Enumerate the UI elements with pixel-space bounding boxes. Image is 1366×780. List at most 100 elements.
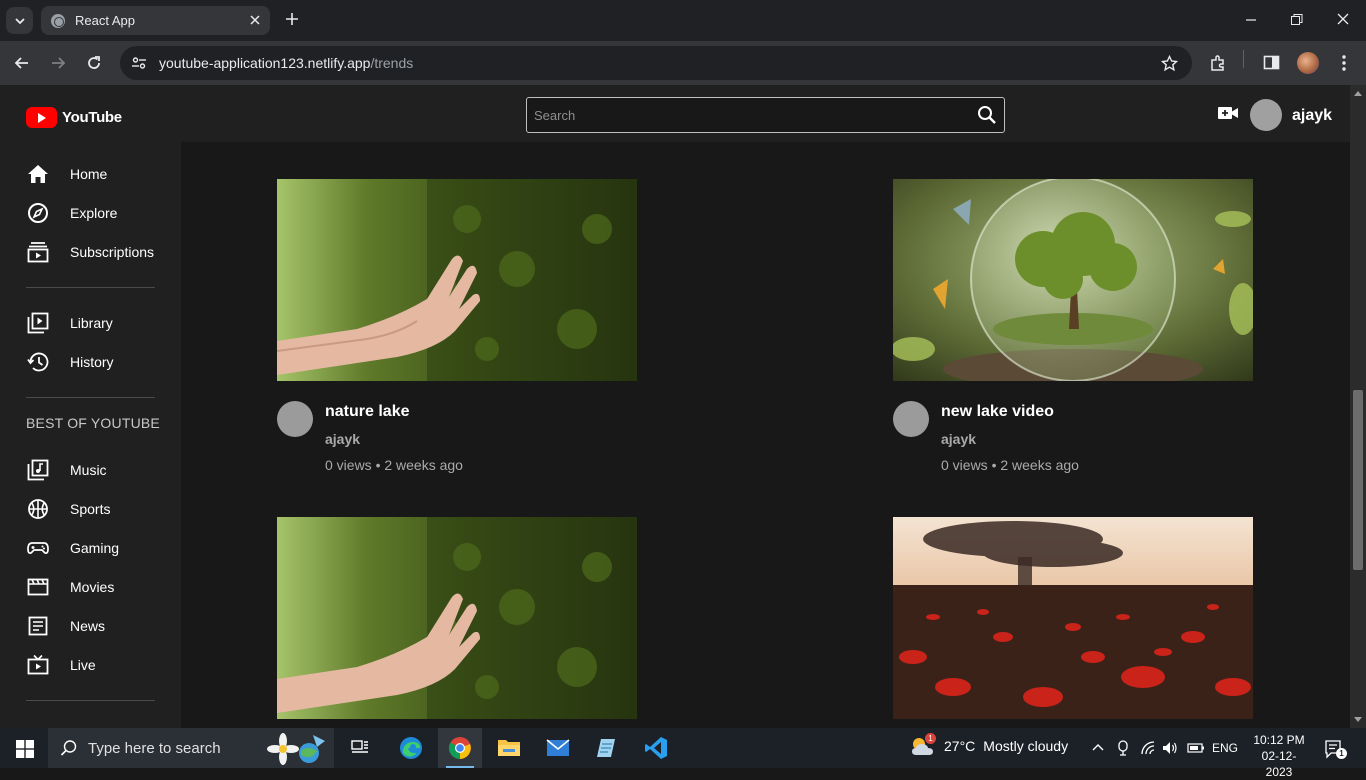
channel-avatar[interactable] [277, 401, 313, 437]
channel-avatar[interactable] [893, 401, 929, 437]
sidebar-item-home[interactable]: Home [26, 162, 107, 186]
task-view-button[interactable] [338, 728, 382, 768]
wifi-icon[interactable] [1140, 740, 1156, 756]
profile-avatar[interactable] [1297, 52, 1319, 74]
sidebar-item-sports[interactable]: Sports [26, 497, 110, 521]
taskbar-app-mail[interactable] [536, 728, 580, 768]
meet-now-icon[interactable] [1116, 740, 1130, 756]
show-hidden-icons-icon[interactable] [1091, 740, 1105, 754]
sidebar-item-explore[interactable]: Explore [26, 201, 117, 225]
video-card[interactable]: new lake video ajayk 0 views • 2 weeks a… [893, 179, 1253, 473]
sidebar-item-library[interactable]: Library [26, 311, 113, 335]
video-title[interactable]: new lake video [941, 403, 1054, 421]
taskbar-search[interactable]: Type here to search [48, 728, 334, 768]
tab-search-button[interactable] [6, 7, 33, 34]
url-path: /trends [370, 55, 414, 71]
weather-temp: 27°C [944, 738, 976, 754]
battery-icon[interactable] [1187, 740, 1205, 756]
extensions-icon[interactable] [1209, 54, 1227, 72]
home-icon [26, 162, 50, 186]
library-icon [26, 311, 50, 335]
close-icon[interactable] [248, 13, 262, 27]
video-thumbnail[interactable] [277, 517, 637, 719]
search-icon[interactable] [977, 105, 997, 125]
sidebar-item-label: Subscriptions [70, 244, 155, 260]
back-icon[interactable] [13, 54, 31, 72]
subscriptions-icon [26, 240, 50, 264]
language-indicator[interactable]: ENG [1212, 741, 1238, 755]
username[interactable]: ajayk [1292, 107, 1332, 125]
clock[interactable]: 10:12 PM 02-12-2023 [1249, 732, 1309, 780]
sidebar-item-live[interactable]: Live [26, 653, 96, 677]
video-card[interactable]: nature lake ajayk 0 views • 2 weeks ago [277, 179, 637, 473]
sidebar-item-label: Live [70, 657, 96, 673]
restore-icon[interactable] [1290, 11, 1304, 29]
search-input[interactable] [534, 98, 954, 132]
site-settings-icon[interactable] [131, 55, 147, 71]
globe-icon [51, 13, 65, 28]
sidebar-item-news[interactable]: News [26, 614, 105, 638]
video-meta: nature lake ajayk 0 views • 2 weeks ago [277, 381, 637, 473]
video-thumbnail[interactable] [277, 179, 637, 381]
weather-badge: 1 [925, 733, 936, 744]
weather-widget[interactable]: 1 27°C Mostly cloudy [910, 733, 1068, 757]
sidebar-item-label: History [70, 354, 114, 370]
scroll-down-arrow-icon[interactable] [1354, 717, 1362, 722]
windows-start-icon[interactable] [16, 740, 34, 758]
taskbar-search-placeholder: Type here to search [88, 739, 221, 757]
url-text: youtube-application123.netlify.app/trend… [159, 55, 413, 71]
scroll-up-arrow-icon[interactable] [1354, 91, 1362, 96]
taskbar-app-edge[interactable] [389, 728, 433, 768]
sidebar-item-history[interactable]: History [26, 350, 114, 374]
chrome-icon [448, 736, 472, 760]
sidebar-item-gaming[interactable]: Gaming [26, 536, 119, 560]
video-thumbnail[interactable] [893, 517, 1253, 719]
side-panel-icon[interactable] [1263, 54, 1280, 71]
sidebar-divider [26, 287, 155, 288]
sidebar-item-label: Movies [70, 579, 115, 595]
user-avatar[interactable] [1250, 99, 1282, 131]
sidebar-item-movies[interactable]: Movies [26, 575, 114, 599]
search-highlight-icon [266, 731, 329, 765]
video-upload-icon[interactable] [1217, 105, 1239, 121]
search-bar [526, 97, 1005, 133]
channel-name[interactable]: ajayk [325, 431, 360, 447]
video-card[interactable] [893, 517, 1253, 719]
window-close-icon[interactable] [1336, 11, 1350, 29]
video-title[interactable]: nature lake [325, 403, 409, 421]
taskbar-app-chrome[interactable] [438, 728, 482, 768]
sidebar-item-label: Gaming [70, 540, 120, 556]
notification-icon[interactable]: 1 [1324, 739, 1347, 759]
volume-icon[interactable] [1162, 740, 1178, 756]
bookmark-star-icon[interactable] [1161, 55, 1178, 72]
channel-name[interactable]: ajayk [941, 431, 976, 447]
youtube-logo[interactable]: YouTube [26, 107, 122, 128]
video-card[interactable] [277, 517, 637, 719]
scrollbar-thumb[interactable] [1353, 390, 1363, 570]
video-meta: new lake video ajayk 0 views • 2 weeks a… [893, 381, 1253, 473]
browser-tab-strip: React App [0, 0, 1366, 41]
browser-tab[interactable]: React App [41, 6, 270, 35]
page-scrollbar[interactable] [1350, 85, 1366, 728]
browser-menu-icon[interactable] [1336, 54, 1352, 72]
address-bar[interactable]: youtube-application123.netlify.app/trend… [120, 46, 1192, 80]
sidebar-item-label: Explore [70, 205, 118, 221]
sidebar-item-label: News [70, 618, 106, 634]
sidebar-item-music[interactable]: Music [26, 458, 107, 482]
history-icon [26, 350, 50, 374]
video-thumbnail[interactable] [893, 179, 1253, 381]
weather-cloudy-icon: 1 [910, 733, 936, 757]
taskbar-app-file-explorer[interactable] [487, 728, 531, 768]
sidebar-item-subscriptions[interactable]: Subscriptions [26, 240, 154, 264]
section-title: BEST OF YOUTUBE [26, 415, 160, 431]
tab-title: React App [75, 13, 135, 28]
reload-icon[interactable] [85, 54, 103, 72]
app-page: YouTube ajayk Home Explore Subscriptions [0, 85, 1350, 728]
new-tab-icon[interactable] [283, 10, 301, 28]
forward-icon[interactable] [49, 54, 67, 72]
video-stats: 0 views • 2 weeks ago [941, 457, 1079, 473]
sidebar-item-label: Sports [70, 501, 111, 517]
taskbar-app-vscode[interactable] [634, 728, 678, 768]
taskbar-app-notepad[interactable] [585, 728, 629, 768]
minimize-icon[interactable] [1245, 11, 1257, 29]
